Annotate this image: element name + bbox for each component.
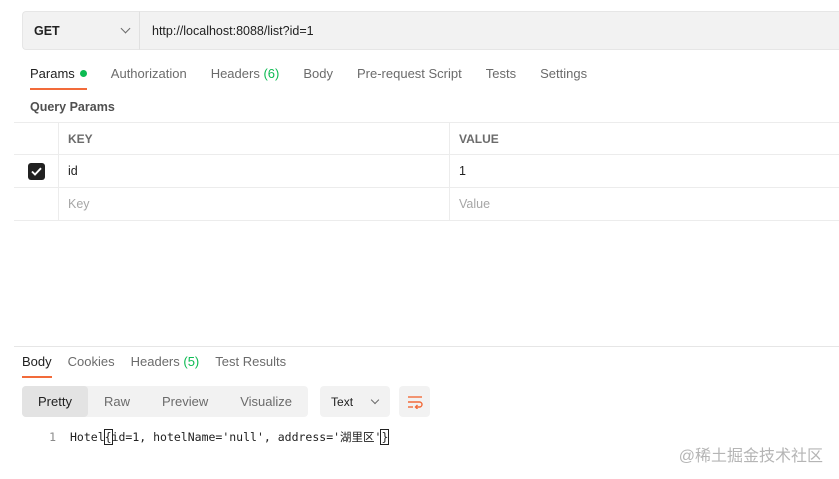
tab-response-cookies[interactable]: Cookies	[68, 350, 115, 378]
new-key-input[interactable]: Key	[59, 188, 450, 220]
new-value-input[interactable]: Value	[450, 188, 839, 220]
param-key: id	[68, 164, 78, 178]
tab-label: Pre-request Script	[356, 66, 462, 81]
response-tabs: Body Cookies Headers (5) Test Results	[22, 350, 302, 378]
response-code-line[interactable]: Hotel{id=1, hotelName='null', address='湖…	[67, 428, 839, 447]
param-value-cell[interactable]: 1	[450, 155, 839, 187]
wrap-lines-icon	[407, 395, 423, 409]
tab-label: Params	[30, 66, 75, 81]
tab-headers[interactable]: Headers (6)	[211, 62, 280, 90]
key-placeholder: Key	[68, 197, 90, 211]
column-header-value: VALUE	[459, 131, 499, 146]
tab-label: Test Results	[215, 354, 287, 369]
tab-label: Tests	[485, 66, 517, 81]
view-preview-button[interactable]: Preview	[146, 386, 224, 417]
method-label: GET	[34, 23, 60, 38]
url-input[interactable]: http://localhost:8088/list?id=1	[139, 11, 839, 50]
param-value: 1	[459, 164, 466, 178]
tab-params[interactable]: Params	[30, 62, 87, 90]
code-prefix: Hotel	[70, 430, 105, 444]
table-header-row: KEY VALUE	[14, 122, 839, 155]
row-check-cell	[14, 155, 59, 187]
tab-label: Headers	[130, 354, 180, 369]
view-mode-switch: Pretty Raw Preview Visualize	[22, 386, 309, 417]
tab-label: Cookies	[67, 354, 115, 369]
checkmark-icon	[30, 167, 42, 176]
tab-authorization[interactable]: Authorization	[111, 62, 187, 90]
wrap-lines-button[interactable]	[399, 386, 431, 417]
tab-label: Body	[303, 66, 333, 81]
query-params-title: Query Params	[30, 100, 115, 114]
code-open-brace: {	[103, 429, 113, 445]
view-visualize-button[interactable]: Visualize	[224, 386, 308, 417]
row-check-cell	[14, 188, 59, 220]
param-key-cell[interactable]: id	[59, 155, 450, 187]
code-content: id=1, hotelName='null', address='湖里区'	[111, 430, 382, 444]
tab-test-results[interactable]: Test Results	[215, 350, 286, 378]
line-number: 1	[49, 430, 56, 444]
request-tabs: Params Authorization Headers (6) Body Pr…	[30, 62, 611, 90]
tab-label: Authorization	[110, 66, 187, 81]
watermark: @稀土掘金技术社区	[678, 448, 823, 465]
tab-count: (6)	[263, 66, 280, 81]
column-header-key: KEY	[59, 123, 450, 154]
view-raw-button[interactable]: Raw	[88, 386, 146, 417]
view-pretty-button[interactable]: Pretty	[22, 386, 88, 417]
response-toolbar: Pretty Raw Preview Visualize Text	[22, 386, 431, 417]
params-active-dot-icon	[79, 70, 87, 77]
tab-label: Headers	[210, 66, 260, 81]
format-select[interactable]: Text	[320, 386, 391, 417]
tab-count: (5)	[183, 354, 200, 369]
value-placeholder: Value	[459, 197, 491, 211]
tab-body[interactable]: Body	[303, 62, 333, 90]
header-check-cell	[14, 123, 59, 154]
chevron-down-icon	[120, 23, 131, 34]
tab-settings[interactable]: Settings	[540, 62, 587, 90]
format-label: Text	[331, 394, 354, 409]
url-text: http://localhost:8088/list?id=1	[152, 23, 314, 38]
tab-tests[interactable]: Tests	[486, 62, 516, 90]
table-row-new: Key Value	[14, 188, 839, 221]
tab-response-body[interactable]: Body	[22, 350, 52, 378]
code-close-brace: }	[380, 429, 390, 445]
tab-pre-request-script[interactable]: Pre-request Script	[357, 62, 462, 90]
method-select[interactable]: GET	[22, 11, 139, 50]
tab-label: Body	[22, 354, 52, 369]
response-divider[interactable]	[14, 346, 839, 347]
param-checkbox[interactable]	[27, 162, 45, 180]
tab-response-headers[interactable]: Headers (5)	[131, 350, 200, 378]
request-url-bar: GET http://localhost:8088/list?id=1	[22, 11, 839, 50]
chevron-down-icon	[370, 395, 380, 405]
query-params-table: KEY VALUE id 1 Key Value	[14, 122, 839, 221]
tab-label: Settings	[540, 66, 588, 81]
table-row: id 1	[14, 155, 839, 188]
